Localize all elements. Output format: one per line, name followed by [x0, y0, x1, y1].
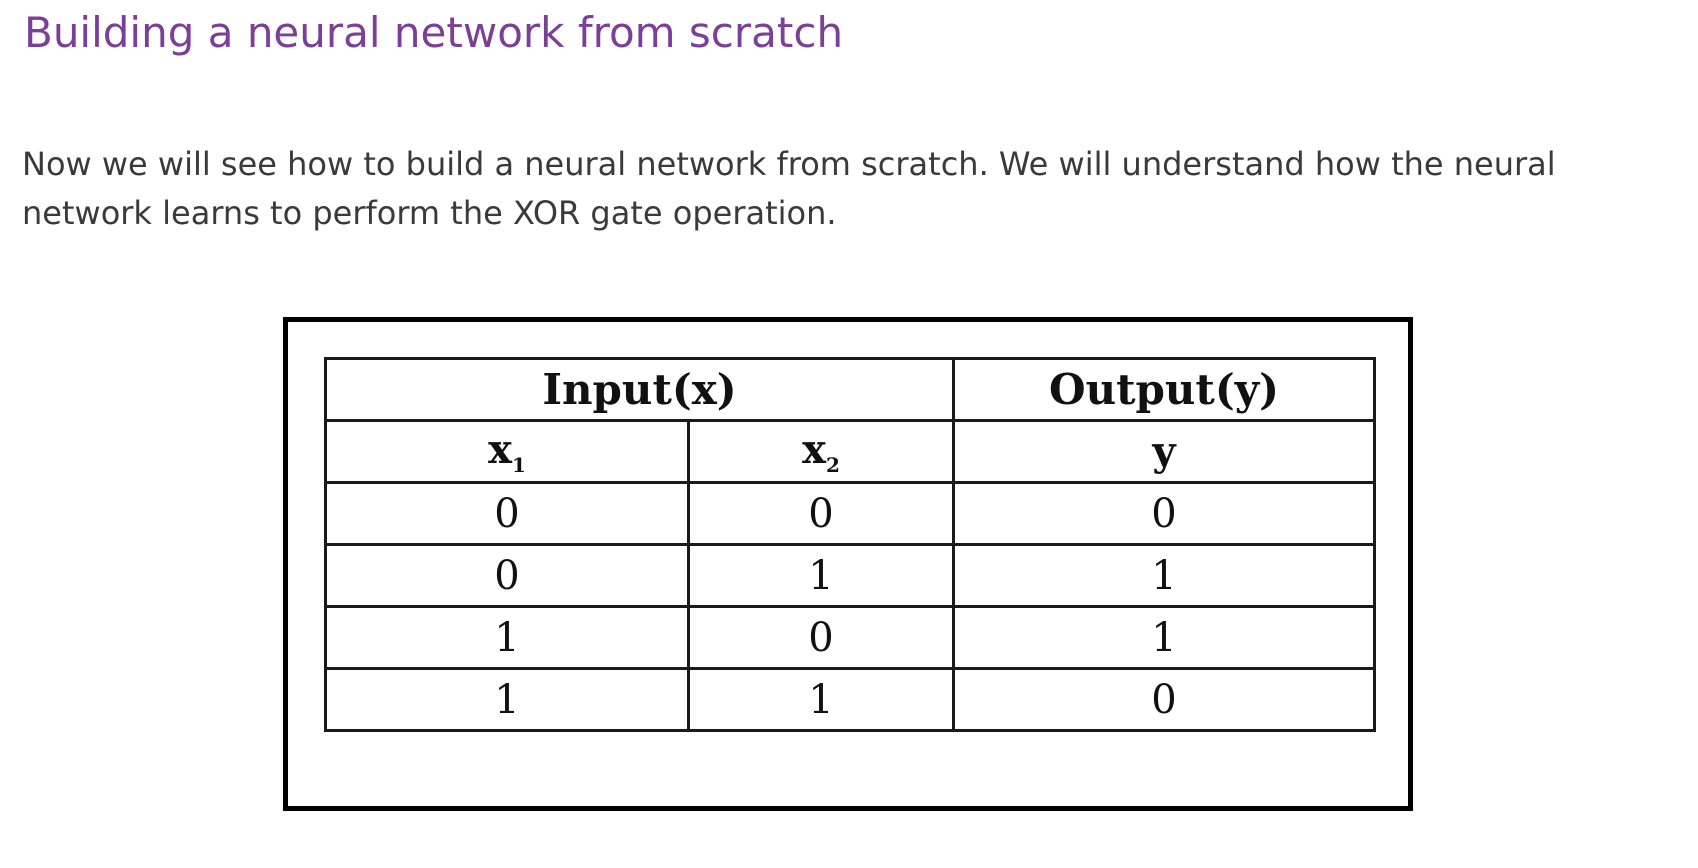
table-row: 1 0 1 [324, 605, 1376, 670]
cell-x2: 0 [687, 481, 955, 546]
cell-y: 1 [952, 605, 1376, 670]
cell-y: 1 [952, 543, 1376, 608]
column-header-y: y [952, 419, 1376, 484]
table-row: 0 1 1 [324, 543, 1376, 608]
xor-table-frame: Input(x) Output(y) x1 x2 y 0 0 0 0 1 1 1 [283, 317, 1413, 811]
column-header-x2: x2 [687, 419, 955, 484]
intro-paragraph: Now we will see how to build a neural ne… [22, 145, 1556, 232]
column-header-x1: x1 [324, 419, 690, 484]
page-title: Building a neural network from scratch [24, 8, 844, 57]
cell-y: 0 [952, 667, 1376, 732]
cell-x1: 0 [324, 481, 690, 546]
cell-x2: 1 [687, 667, 955, 732]
table-column-header-row: x1 x2 y [324, 419, 1376, 484]
xor-truth-table: Input(x) Output(y) x1 x2 y 0 0 0 0 1 1 1 [324, 357, 1376, 732]
cell-y: 0 [952, 481, 1376, 546]
cell-x2: 0 [687, 605, 955, 670]
output-group-header: Output(y) [952, 357, 1376, 422]
cell-x2: 1 [687, 543, 955, 608]
table-row: 0 0 0 [324, 481, 1376, 546]
table-row: 1 1 0 [324, 667, 1376, 732]
cell-x1: 1 [324, 667, 690, 732]
cell-x1: 0 [324, 543, 690, 608]
cell-x1: 1 [324, 605, 690, 670]
table-group-header-row: Input(x) Output(y) [324, 357, 1376, 422]
input-group-header: Input(x) [324, 357, 955, 422]
